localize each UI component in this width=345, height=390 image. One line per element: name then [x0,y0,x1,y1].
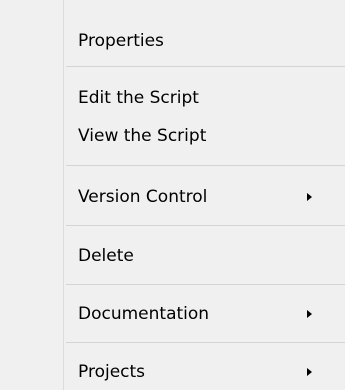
submenu-arrow-icon [307,368,312,376]
menu-item-label: Delete [78,246,134,266]
submenu-arrow-icon [307,193,312,201]
menu-item-label: Version Control [78,187,208,207]
menu-separator [66,225,345,226]
menu-separator [66,284,345,285]
icon-gutter-divider [63,0,64,390]
context-menu: Properties Edit the Script View the Scri… [0,0,345,390]
menu-item-label: Edit the Script [78,88,199,108]
menu-item-label: Projects [78,362,146,382]
menu-item-label: View the Script [78,126,207,146]
menu-separator [66,66,345,67]
menu-separator [66,165,345,166]
submenu-arrow-icon [307,310,312,318]
menu-item-label: Documentation [78,304,210,324]
menu-separator [66,342,345,343]
menu-item-label: Properties [78,31,164,51]
